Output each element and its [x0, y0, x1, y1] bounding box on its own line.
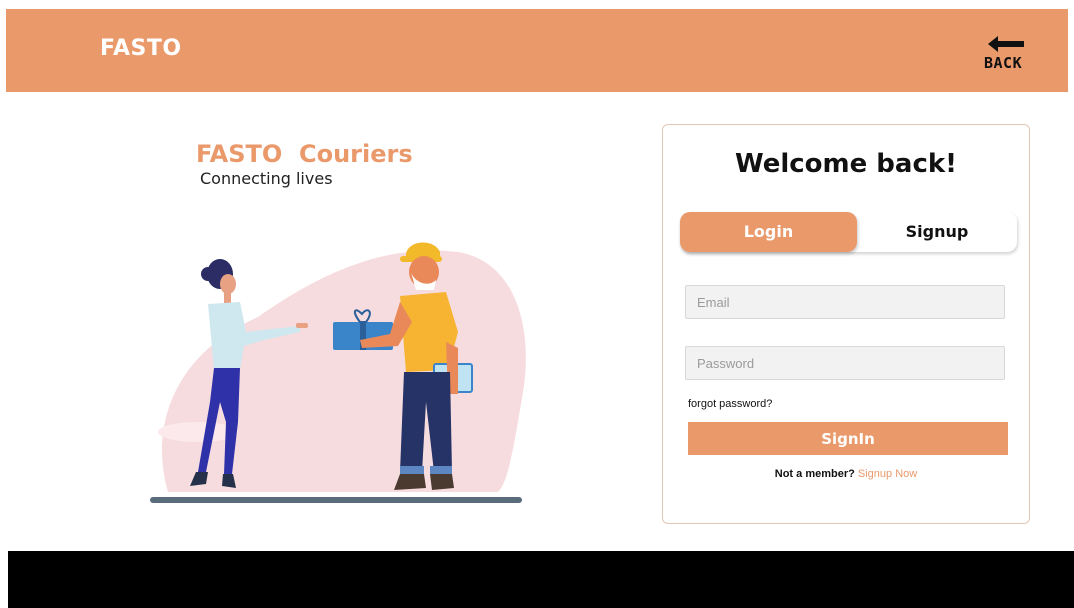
tab-login[interactable]: Login [680, 212, 857, 252]
back-label: BACK [984, 54, 1023, 72]
member-prompt: Not a member? Signup Now [663, 468, 1029, 480]
password-field[interactable] [685, 346, 1005, 380]
welcome-title: Welcome back! [734, 149, 958, 179]
ground-line [150, 497, 522, 503]
member-text: Not a member? [774, 468, 858, 480]
signup-now-link[interactable]: Signup Now [858, 468, 917, 480]
hero-subtitle: Connecting lives [200, 169, 333, 188]
email-field[interactable] [685, 285, 1005, 319]
login-card: Welcome back! Login Signup forgot passwo… [662, 124, 1030, 524]
back-button[interactable]: BACK [980, 31, 1032, 77]
left-arrow-icon [988, 36, 1024, 52]
top-header: FASTO BACK [6, 9, 1068, 92]
footer-bar [8, 551, 1074, 608]
tab-signup[interactable]: Signup [857, 212, 1017, 252]
signin-button[interactable]: SignIn [688, 422, 1008, 455]
courier-delivery-illustration [150, 242, 526, 503]
forgot-password-link[interactable]: forgot password? [688, 398, 772, 410]
auth-tabs: Login Signup [680, 212, 1017, 252]
hero-title: FASTO Couriers [196, 140, 413, 168]
login-page: FASTO BACK FASTO Couriers Connecting liv… [0, 0, 1074, 608]
brand-logo: FASTO [100, 36, 182, 61]
